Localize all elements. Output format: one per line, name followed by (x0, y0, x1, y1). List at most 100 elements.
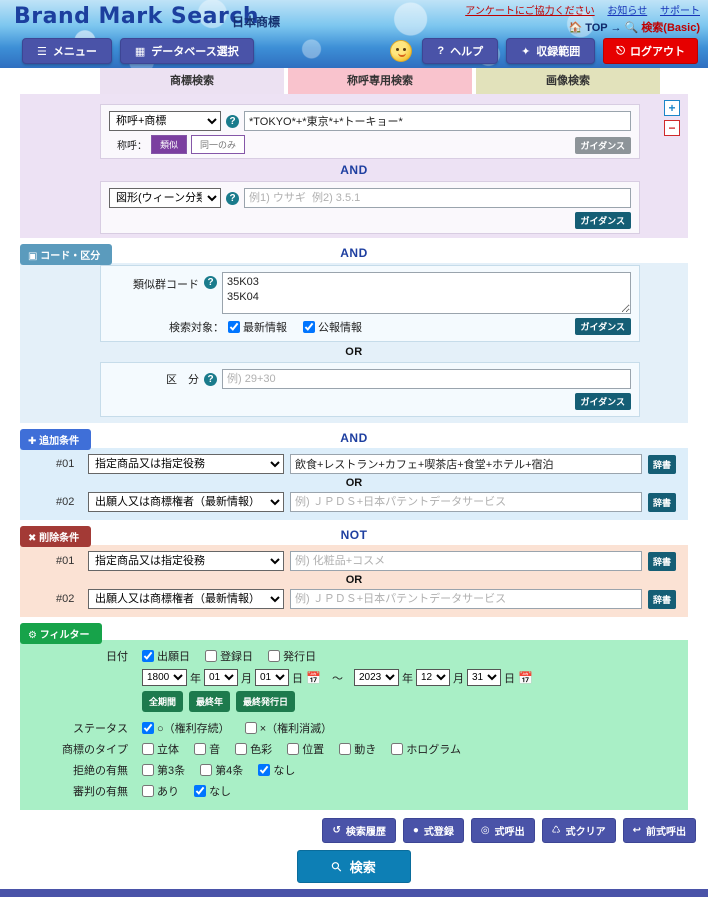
checkbox-trial-yes-input[interactable] (142, 785, 154, 797)
checkbox-type-sound-input[interactable] (194, 743, 207, 755)
checkbox-type-color-input[interactable] (235, 743, 248, 755)
add-row-button[interactable]: + (664, 100, 680, 116)
support-link[interactable]: サポート (660, 6, 700, 17)
dictionary-button-add-2[interactable]: 辞書 (647, 492, 676, 512)
search-history-button[interactable]: ↺ 検索履歴 (322, 818, 396, 843)
breadcrumb-arrow: → (610, 22, 622, 34)
add-keyword-input-1[interactable] (290, 454, 642, 474)
to-year-select[interactable]: 2023 (353, 669, 399, 686)
checkbox-registration-date[interactable]: 登録日 (205, 648, 253, 664)
del-field-select-1[interactable]: 指定商品又は指定役務 (88, 551, 284, 571)
search-field-select-1[interactable]: 称呼+商標 (109, 111, 221, 131)
guidance-button-class[interactable]: ガイダンス (574, 393, 631, 410)
similar-group-code-textarea[interactable]: 35K03 35K04 (222, 272, 631, 314)
search-keyword-input-1[interactable] (244, 111, 631, 131)
add-field-select-1[interactable]: 指定商品又は指定役務 (88, 454, 284, 474)
class-division-input[interactable] (222, 369, 631, 389)
checkbox-gazette-info[interactable]: 公報情報 (303, 319, 362, 335)
calendar-icon-from[interactable]: 📅 (306, 671, 321, 685)
checkbox-registration-date-input[interactable] (205, 650, 218, 662)
filter-section-header: ⚙ フィルター (0, 623, 708, 644)
previous-query-button[interactable]: ↩ 前式呼出 (622, 818, 696, 843)
tab-pronunciation-search[interactable]: 称呼専用検索 (288, 68, 472, 94)
guidance-button-2[interactable]: ガイダンス (574, 212, 631, 229)
add-field-select-2[interactable]: 出願人又は商標権者（最新情報） (88, 492, 284, 512)
help-icon-class[interactable]: ? (204, 372, 217, 386)
checkbox-type-hologram-input[interactable] (391, 743, 404, 755)
checkbox-reject-none-input[interactable] (258, 764, 271, 776)
checkbox-reject-article4-input[interactable] (200, 764, 213, 776)
checkbox-type-motion[interactable]: 動き (339, 741, 376, 757)
footer-action-buttons: ↺ 検索履歴 ● 式登録 ◎ 式呼出 ♺ 式クリア ↩ 前式呼出 (0, 810, 708, 847)
checkbox-trial-no[interactable]: なし (194, 783, 231, 799)
search-submit-button[interactable]: ⚲ 検索 (297, 850, 411, 883)
help-icon-1[interactable]: ? (226, 114, 239, 128)
last-publication-date-button[interactable]: 最終発行日 (236, 691, 296, 712)
checkbox-status-active[interactable]: ○（権利存続） (142, 720, 230, 736)
news-link[interactable]: お知らせ (607, 6, 647, 17)
help-icon-similar-code[interactable]: ? (204, 276, 217, 289)
checkbox-type-position[interactable]: 位置 (287, 741, 324, 757)
toggle-exact-only[interactable]: 同一のみ (191, 135, 246, 154)
checkbox-status-expired-input[interactable] (244, 722, 257, 734)
all-period-button[interactable]: 全期間 (142, 691, 184, 712)
checkbox-latest-info-input[interactable] (228, 320, 240, 333)
help-icon-2[interactable]: ? (226, 191, 239, 205)
save-query-button[interactable]: ● 式登録 (402, 818, 464, 843)
from-year-select[interactable]: 1800 (142, 669, 187, 686)
checkbox-status-active-input[interactable] (142, 722, 154, 734)
checkbox-gazette-info-input[interactable] (303, 320, 315, 333)
del-keyword-input-2[interactable] (290, 589, 642, 609)
checkbox-type-3d-input[interactable] (142, 743, 154, 755)
del-field-select-2[interactable]: 出願人又は商標権者（最新情報） (88, 589, 284, 609)
search-keyword-input-2[interactable] (244, 188, 631, 208)
last-year-button[interactable]: 最終年 (189, 691, 231, 712)
logout-button[interactable]: ⎋ ログアウト (603, 38, 698, 64)
checkbox-trial-yes[interactable]: あり (142, 783, 179, 799)
checkbox-reject-article3[interactable]: 第3条 (142, 762, 185, 778)
load-query-button[interactable]: ◎ 式呼出 (470, 818, 535, 843)
pronunciation-toggle-label: 称呼： (117, 141, 147, 152)
tab-trademark-search[interactable]: 商標検索 (100, 68, 284, 94)
checkbox-type-position-input[interactable] (287, 743, 300, 755)
to-day-select[interactable]: 31 (466, 669, 501, 686)
clear-query-button[interactable]: ♺ 式クリア (541, 818, 616, 843)
survey-link[interactable]: アンケートにご協力ください (465, 6, 594, 17)
dictionary-button-add-1[interactable]: 辞書 (647, 454, 676, 474)
from-day-select[interactable]: 01 (255, 669, 289, 686)
checkbox-reject-none[interactable]: なし (258, 762, 295, 778)
breadcrumb-top[interactable]: TOP (585, 22, 607, 34)
dictionary-button-del-2[interactable]: 辞書 (647, 589, 676, 609)
coverage-button[interactable]: ✦ 収録範囲 (506, 38, 596, 64)
del-keyword-input-1[interactable] (290, 551, 642, 571)
checkbox-type-motion-input[interactable] (339, 743, 352, 755)
add-keyword-input-2[interactable] (290, 492, 642, 512)
calendar-icon-to[interactable]: 📅 (518, 671, 533, 685)
search-field-select-2[interactable]: 図形(ウィーン分類) (109, 188, 221, 208)
dictionary-button-del-1[interactable]: 辞書 (647, 551, 676, 571)
to-month-select[interactable]: 12 (415, 669, 450, 686)
checkbox-filing-date-input[interactable] (142, 650, 154, 662)
add-row-1-number: #01 (56, 458, 75, 470)
checkbox-type-color[interactable]: 色彩 (235, 741, 272, 757)
checkbox-type-hologram[interactable]: ホログラム (391, 741, 461, 757)
from-month-select[interactable]: 01 (204, 669, 238, 686)
remove-row-button[interactable]: − (664, 120, 680, 136)
checkbox-publication-date-input[interactable] (268, 650, 281, 662)
checkbox-trial-no-input[interactable] (194, 785, 207, 797)
help-button[interactable]: ? ヘルプ (422, 38, 499, 64)
checkbox-filing-date[interactable]: 出願日 (142, 648, 190, 664)
database-select-button[interactable]: ▦ データベース選択 (119, 38, 254, 64)
checkbox-type-sound[interactable]: 音 (194, 741, 220, 757)
checkbox-type-3d[interactable]: 立体 (142, 741, 179, 757)
tab-image-search[interactable]: 画像検索 (476, 68, 660, 94)
guidance-button-similar-code[interactable]: ガイダンス (574, 318, 631, 335)
checkbox-reject-article4[interactable]: 第4条 (200, 762, 243, 778)
menu-button[interactable]: ☰ メニュー (22, 38, 112, 64)
checkbox-publication-date[interactable]: 発行日 (268, 648, 316, 664)
checkbox-status-expired[interactable]: ×（権利消滅） (244, 720, 332, 736)
guidance-button-1[interactable]: ガイダンス (574, 137, 631, 154)
toggle-similar[interactable]: 類似 (151, 135, 188, 154)
checkbox-reject-article3-input[interactable] (142, 764, 154, 776)
checkbox-latest-info[interactable]: 最新情報 (228, 319, 287, 335)
